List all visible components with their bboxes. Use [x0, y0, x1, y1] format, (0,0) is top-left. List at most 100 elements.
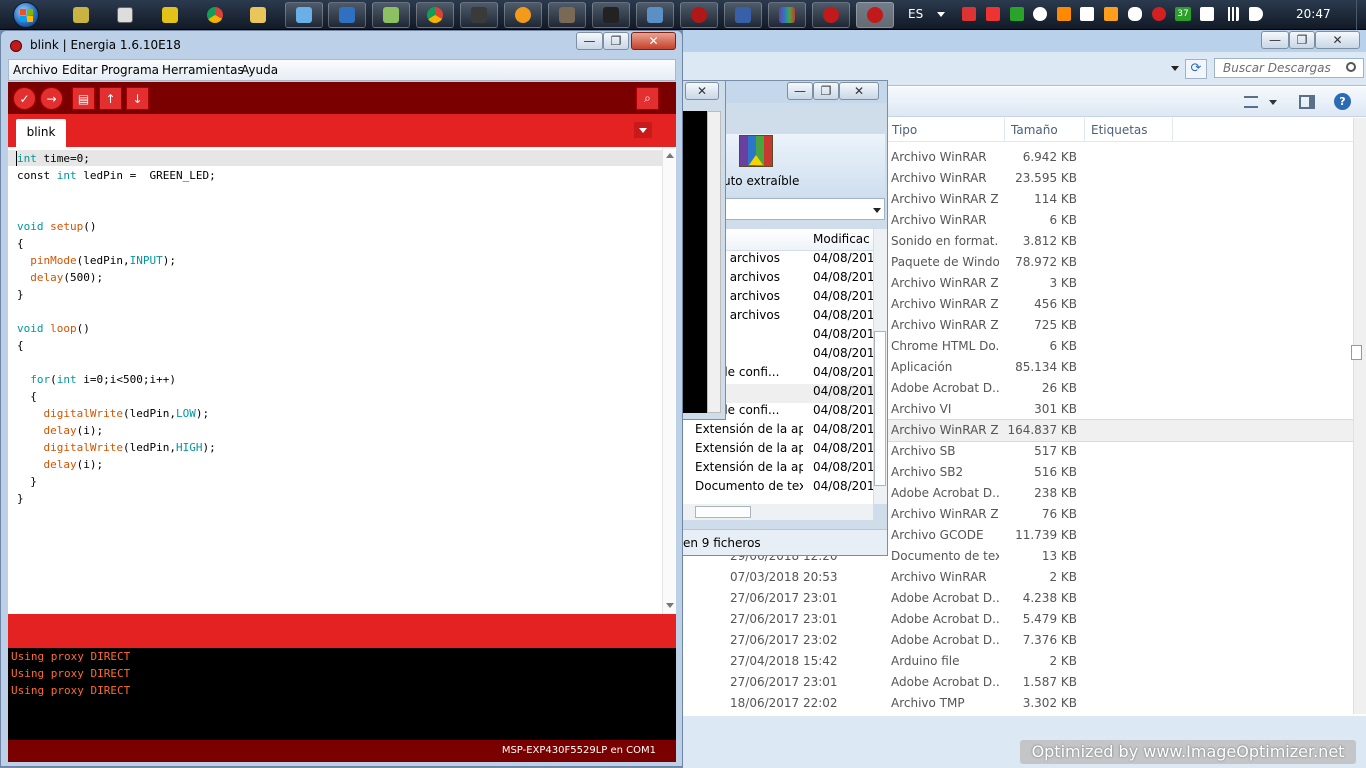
file-row[interactable]: 27/06/2017 23:01 Adobe Acrobat D... 4.238 … — [683, 588, 1353, 609]
code-line[interactable]: { — [17, 235, 216, 252]
small-window-scrollbar[interactable] — [707, 111, 721, 413]
column-header-type[interactable]: Tipo — [888, 118, 1005, 142]
code-line[interactable]: } — [17, 490, 216, 507]
taskbar-app-energia-icon[interactable] — [812, 2, 850, 28]
tray-signal-icon[interactable] — [1225, 7, 1239, 21]
upload-arrow-icon[interactable]: → — [40, 87, 63, 110]
winrar-path-dropdown-icon[interactable] — [873, 208, 881, 213]
file-row[interactable]: 18/06/2017 22:02 Archivo TMP 3.302 KB — [683, 693, 1353, 714]
code-line[interactable]: { — [17, 337, 216, 354]
tray-network-off-icon[interactable] — [962, 7, 976, 21]
code-line[interactable]: digitalWrite(ledPin,HIGH); — [17, 439, 216, 456]
code-line[interactable]: delay(i); — [17, 422, 216, 439]
explorer-close-button[interactable]: ✕ — [1315, 31, 1360, 49]
taskbar-app-network-icon[interactable] — [724, 2, 762, 28]
tray-device-icon[interactable] — [1200, 7, 1214, 21]
taskbar-app-window-icon[interactable] — [636, 2, 674, 28]
maximize-button[interactable]: ❐ — [603, 32, 629, 50]
menu-herramientas[interactable]: Herramientas — [162, 63, 244, 77]
serial-monitor-magnifier-icon[interactable]: ⌕ — [636, 87, 659, 110]
code-line[interactable]: } — [17, 473, 216, 490]
language-dropdown-icon[interactable] — [937, 12, 945, 17]
tray-alert-icon[interactable] — [986, 7, 1000, 21]
search-input[interactable]: Buscar Descargas — [1214, 58, 1364, 78]
code-line[interactable]: pinMode(ledPin,INPUT); — [17, 252, 216, 269]
search-icon[interactable] — [1346, 62, 1356, 72]
editor-vertical-scrollbar[interactable] — [662, 147, 676, 614]
new-file-icon[interactable]: ▤ — [72, 87, 95, 110]
clock[interactable]: 20:47 — [1296, 7, 1331, 21]
taskbar-app-book-icon[interactable] — [328, 2, 366, 28]
winrar-path-combo[interactable] — [723, 198, 885, 220]
taskbar-app-fan-icon[interactable] — [66, 2, 96, 28]
file-row[interactable]: 07/03/2018 20:53 Archivo WinRAR 2 KB — [683, 567, 1353, 588]
file-row[interactable]: 27/04/2018 15:42 Arduino file 2 KB — [683, 651, 1353, 672]
winrar-close-button[interactable]: ✕ — [839, 82, 879, 100]
taskbar-app-bug-icon[interactable] — [680, 2, 718, 28]
taskbar-app-folder-icon[interactable] — [243, 2, 273, 28]
tray-green-app-icon[interactable] — [1010, 7, 1024, 21]
column-header-tags[interactable]: Etiquetas — [1087, 118, 1173, 142]
tray-cloud-icon[interactable] — [1128, 7, 1142, 21]
menu-programa[interactable]: Programa — [101, 63, 159, 77]
winrar-maximize-button[interactable]: ❐ — [813, 82, 839, 100]
winrar-scroll-thumb[interactable] — [874, 331, 886, 486]
refresh-icon[interactable]: ⟳ — [1185, 59, 1207, 79]
winrar-row[interactable]: Extensión de la apl... 04/08/201 — [695, 441, 873, 460]
open-up-arrow-icon[interactable]: ↑ — [99, 87, 122, 110]
view-options-dropdown-icon[interactable] — [1269, 100, 1277, 105]
verify-checkmark-icon[interactable]: ✓ — [13, 87, 36, 110]
code-line[interactable]: digitalWrite(ledPin,LOW); — [17, 405, 216, 422]
taskbar-app-gimp-icon[interactable] — [548, 2, 586, 28]
change-view-icon[interactable] — [1244, 96, 1258, 108]
close-button[interactable]: ✕ — [631, 32, 676, 50]
taskbar-app-chrome-icon[interactable] — [200, 2, 230, 28]
menu-archivo[interactable]: Archivo — [13, 63, 58, 77]
code-line[interactable]: { — [17, 388, 216, 405]
code-line[interactable]: delay(i); — [17, 456, 216, 473]
column-header-size[interactable]: Tamaño — [1007, 118, 1085, 142]
tray-volume-icon[interactable] — [1249, 7, 1263, 21]
taskbar-app-winrar-icon[interactable] — [768, 2, 806, 28]
explorer-minimize-button[interactable]: — — [1261, 31, 1289, 49]
preview-pane-icon[interactable] — [1299, 95, 1315, 109]
show-desktop-button[interactable] — [1356, 0, 1366, 30]
code-line[interactable]: int time=0; — [17, 150, 216, 167]
explorer-vertical-scrollbar[interactable] — [1353, 118, 1366, 714]
tray-badge-icon[interactable]: 37 — [1175, 7, 1191, 21]
language-indicator[interactable]: ES — [908, 7, 923, 21]
menu-editar[interactable]: Editar — [62, 63, 98, 77]
winrar-row[interactable]: Extensión de la apl... 04/08/201 — [695, 460, 873, 479]
save-down-arrow-icon[interactable]: ↓ — [126, 87, 149, 110]
minimize-button[interactable]: — — [576, 32, 603, 50]
explorer-maximize-button[interactable]: ❐ — [1289, 31, 1315, 49]
taskbar-app-n-icon[interactable] — [155, 2, 185, 28]
taskbar-app-chrome-window-icon[interactable] — [416, 2, 454, 28]
code-line[interactable]: delay(500); — [17, 269, 216, 286]
explorer-scroll-thumb[interactable] — [1351, 345, 1362, 360]
code-line[interactable] — [17, 354, 216, 371]
code-line[interactable]: } — [17, 286, 216, 303]
code-line[interactable]: const int ledPin = GREEN_LED; — [17, 167, 216, 184]
winrar-row[interactable]: Documento de texto 04/08/201 — [695, 479, 873, 498]
winrar-minimize-button[interactable]: — — [787, 82, 813, 100]
tray-orange-app-icon[interactable] — [1057, 7, 1071, 21]
tab-blink[interactable]: blink — [16, 119, 66, 147]
file-row[interactable]: 27/06/2017 23:01 Adobe Acrobat D... 5.479 … — [683, 609, 1353, 630]
code-editor[interactable]: int time=0; const int ledPin = GREEN_LED;… — [8, 147, 676, 614]
code-line[interactable] — [17, 184, 216, 201]
scroll-down-icon[interactable] — [666, 603, 674, 608]
tab-menu-dropdown-icon[interactable] — [634, 122, 652, 138]
address-history-dropdown-icon[interactable] — [1171, 66, 1179, 71]
scroll-up-icon[interactable] — [666, 153, 674, 158]
code-line[interactable]: void loop() — [17, 320, 216, 337]
tray-m-icon[interactable] — [1152, 7, 1166, 21]
winrar-row[interactable]: Extensión de la apl... 04/08/201 — [695, 422, 873, 441]
winrar-hscroll-thumb[interactable] — [695, 506, 751, 518]
menu-ayuda[interactable]: Ayuda — [241, 63, 278, 77]
taskbar-app-explorer-icon[interactable] — [372, 2, 410, 28]
sfx-tool-label[interactable]: uto extraíble — [723, 174, 799, 188]
taskbar-app-monitor-icon[interactable] — [285, 2, 323, 28]
code-text[interactable]: int time=0; const int ledPin = GREEN_LED;… — [17, 150, 216, 507]
small-window-close-button[interactable]: ✕ — [685, 82, 719, 100]
